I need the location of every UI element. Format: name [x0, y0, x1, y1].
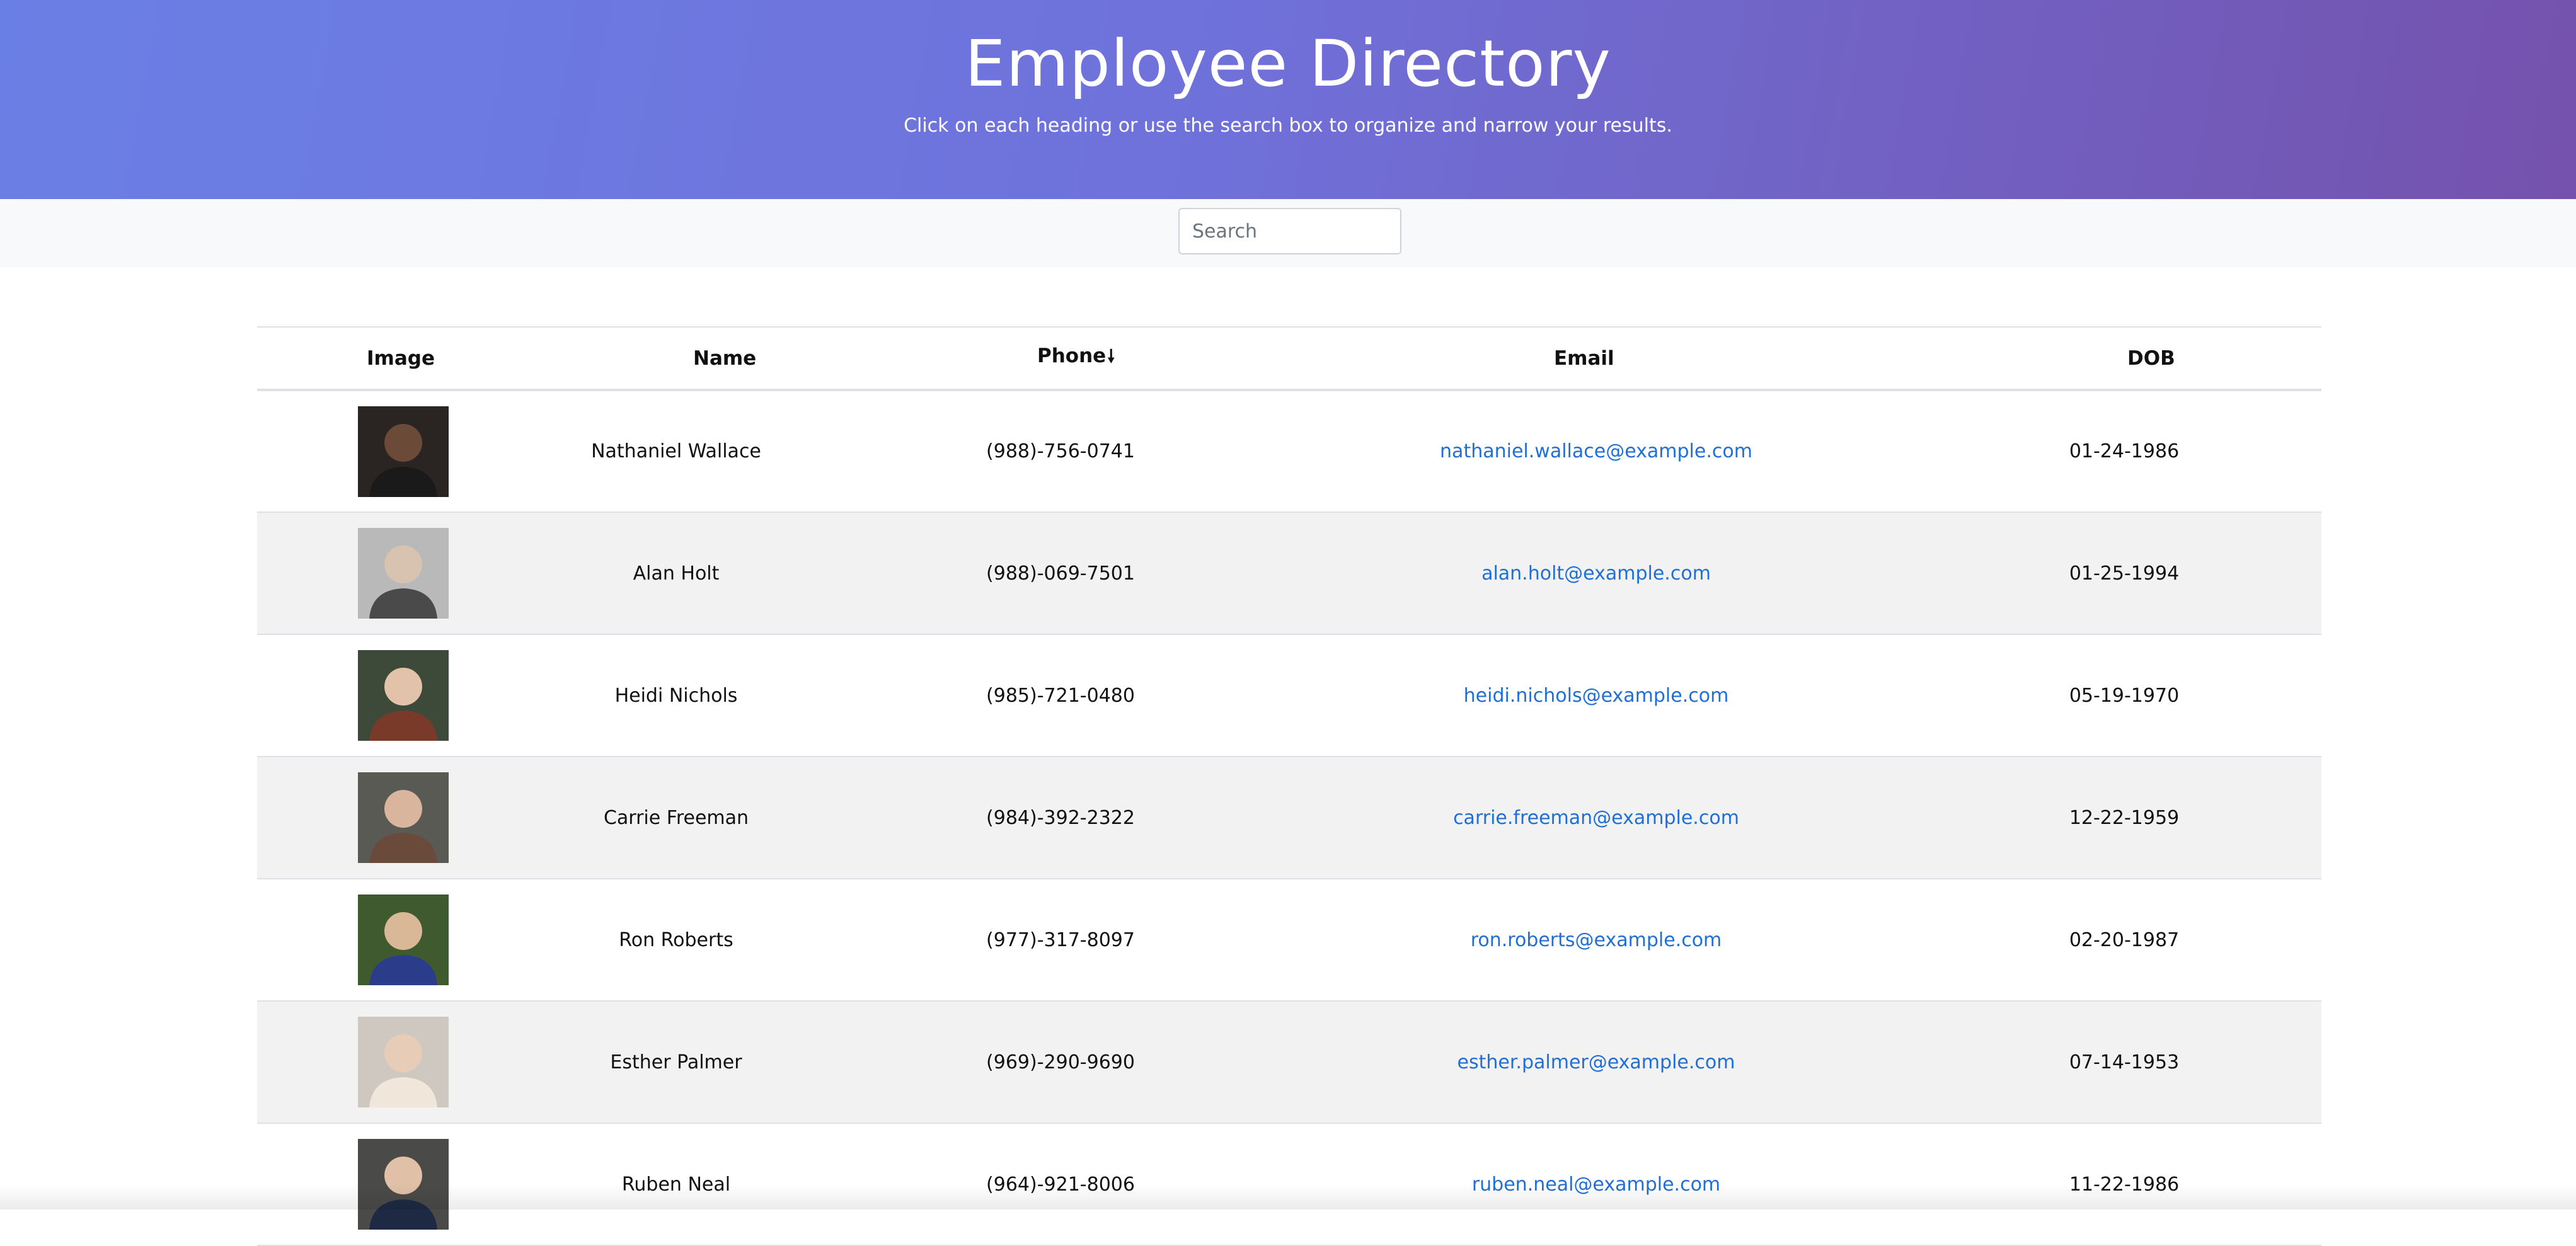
email-link[interactable]: nathaniel.wallace@example.com: [1440, 440, 1752, 462]
email-link[interactable]: alan.holt@example.com: [1481, 563, 1711, 585]
column-header-dob[interactable]: DOB: [1927, 327, 2321, 390]
dob-cell: 01-24-1986: [1927, 390, 2321, 512]
image-cell: [257, 1123, 497, 1245]
employee-avatar: [358, 894, 449, 985]
column-header-phone[interactable]: Phone🠗: [856, 327, 1265, 390]
page-subtitle: Click on each heading or use the search …: [0, 113, 2576, 139]
email-cell: heidi.nichols@example.com: [1265, 634, 1927, 757]
table-body: Nathaniel Wallace (988)-756-0741 nathani…: [257, 390, 2321, 1245]
email-link[interactable]: heidi.nichols@example.com: [1464, 685, 1729, 707]
dob-cell: 11-22-1986: [1927, 1123, 2321, 1245]
dob-cell: 07-14-1953: [1927, 1001, 2321, 1123]
page-header: Employee Directory Click on each heading…: [0, 0, 2576, 199]
table-row: Carrie Freeman (984)-392-2322 carrie.fre…: [257, 757, 2321, 879]
table-row: Ruben Neal (964)-921-8006 ruben.neal@exa…: [257, 1123, 2321, 1245]
dob-cell: 12-22-1959: [1927, 757, 2321, 879]
email-cell: ruben.neal@example.com: [1265, 1123, 1927, 1245]
employee-avatar: [358, 1139, 449, 1230]
page-title: Employee Directory: [0, 26, 2576, 102]
phone-cell: (977)-317-8097: [856, 879, 1265, 1001]
image-cell: [257, 757, 497, 879]
name-cell: Heidi Nichols: [497, 634, 856, 757]
phone-cell: (988)-756-0741: [856, 390, 1265, 512]
column-header-phone-label: Phone: [1037, 345, 1106, 367]
name-cell: Ron Roberts: [497, 879, 856, 1001]
image-cell: [257, 879, 497, 1001]
phone-cell: (984)-392-2322: [856, 757, 1265, 879]
email-cell: esther.palmer@example.com: [1265, 1001, 1927, 1123]
table-row: Ron Roberts (977)-317-8097 ron.roberts@e…: [257, 879, 2321, 1001]
column-header-name[interactable]: Name: [497, 327, 856, 390]
search-bar: [0, 199, 2576, 267]
phone-cell: (985)-721-0480: [856, 634, 1265, 757]
phone-cell: (964)-921-8006: [856, 1123, 1265, 1245]
email-link[interactable]: ron.roberts@example.com: [1471, 929, 1722, 951]
employee-table-container: Image Name Phone🠗 Email DOB: [257, 326, 2321, 1246]
column-header-email[interactable]: Email: [1265, 327, 1927, 390]
sort-down-arrow-icon: 🠗: [1107, 346, 1115, 367]
image-cell: [257, 1001, 497, 1123]
name-cell: Esther Palmer: [497, 1001, 856, 1123]
name-cell: Ruben Neal: [497, 1123, 856, 1245]
employee-avatar: [358, 528, 449, 619]
search-input[interactable]: [1178, 208, 1401, 254]
table-row: Alan Holt (988)-069-7501 alan.holt@examp…: [257, 512, 2321, 634]
employee-avatar: [358, 1017, 449, 1107]
dob-cell: 01-25-1994: [1927, 512, 2321, 634]
email-cell: carrie.freeman@example.com: [1265, 757, 1927, 879]
employee-table: Image Name Phone🠗 Email DOB: [257, 326, 2321, 1246]
email-link[interactable]: carrie.freeman@example.com: [1453, 807, 1739, 829]
employee-avatar: [358, 406, 449, 497]
table-row: Nathaniel Wallace (988)-756-0741 nathani…: [257, 390, 2321, 512]
name-cell: Nathaniel Wallace: [497, 390, 856, 512]
email-link[interactable]: esther.palmer@example.com: [1458, 1051, 1735, 1073]
dob-cell: 02-20-1987: [1927, 879, 2321, 1001]
email-cell: alan.holt@example.com: [1265, 512, 1927, 634]
image-cell: [257, 634, 497, 757]
phone-cell: (969)-290-9690: [856, 1001, 1265, 1123]
name-cell: Carrie Freeman: [497, 757, 856, 879]
email-cell: nathaniel.wallace@example.com: [1265, 390, 1927, 512]
name-cell: Alan Holt: [497, 512, 856, 634]
image-cell: [257, 512, 497, 634]
table-header-row: Image Name Phone🠗 Email DOB: [257, 327, 2321, 390]
employee-avatar: [358, 650, 449, 741]
phone-cell: (988)-069-7501: [856, 512, 1265, 634]
table-row: Esther Palmer (969)-290-9690 esther.palm…: [257, 1001, 2321, 1123]
table-row: Heidi Nichols (985)-721-0480 heidi.nicho…: [257, 634, 2321, 757]
email-cell: ron.roberts@example.com: [1265, 879, 1927, 1001]
employee-avatar: [358, 772, 449, 863]
email-link[interactable]: ruben.neal@example.com: [1472, 1174, 1720, 1196]
dob-cell: 05-19-1970: [1927, 634, 2321, 757]
column-header-image[interactable]: Image: [257, 327, 497, 390]
image-cell: [257, 390, 497, 512]
